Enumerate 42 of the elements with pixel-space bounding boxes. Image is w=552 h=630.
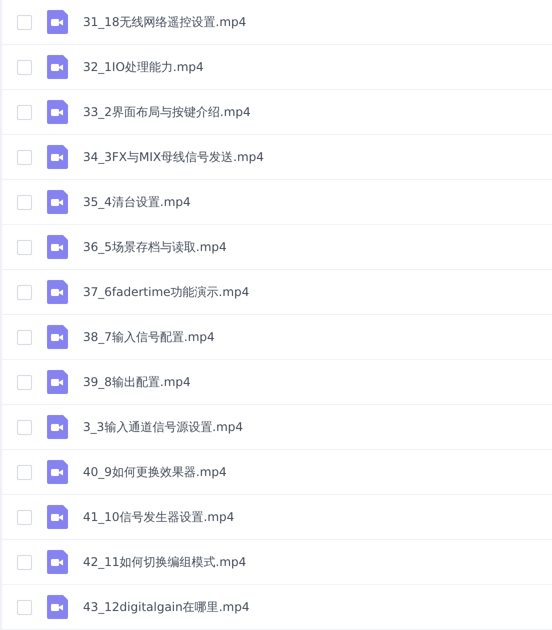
video-file-icon xyxy=(47,415,68,439)
file-name: 38_7输入信号配置.mp4 xyxy=(83,328,215,346)
checkbox[interactable] xyxy=(17,420,32,434)
video-file-icon xyxy=(47,505,68,529)
file-name: 3_3输入通道信号源设置.mp4 xyxy=(83,418,244,436)
checkbox[interactable] xyxy=(17,194,32,210)
file-name: 32_1IO处理能力.mp4 xyxy=(83,58,204,76)
file-name: 40_9如何更换效果器.mp4 xyxy=(83,464,227,480)
file-name: 34_3FX与MIX母线信号发送.mp4 xyxy=(83,148,264,166)
video-file-icon xyxy=(47,460,68,484)
video-file-icon xyxy=(47,145,68,169)
file-name: 39_8输出配置.mp4 xyxy=(83,374,191,390)
checkbox[interactable] xyxy=(17,240,32,254)
checkbox[interactable] xyxy=(17,600,32,614)
file-name: 43_12digitalgain在哪里.mp4 xyxy=(83,598,250,616)
file-name: 35_4清台设置.mp4 xyxy=(83,194,191,210)
file-name: 36_5场景存档与读取.mp4 xyxy=(83,238,227,256)
checkbox[interactable] xyxy=(17,60,32,74)
video-file-icon xyxy=(47,190,68,214)
checkbox[interactable] xyxy=(17,374,32,390)
checkbox[interactable] xyxy=(17,554,32,570)
video-file-icon xyxy=(47,370,68,394)
file-name: 37_6fadertime功能演示.mp4 xyxy=(83,284,250,300)
checkbox[interactable] xyxy=(17,510,32,524)
video-file-icon xyxy=(47,280,68,304)
video-file-icon xyxy=(47,55,68,79)
video-file-icon xyxy=(47,325,68,349)
video-file-icon xyxy=(47,235,68,259)
video-file-icon xyxy=(47,100,68,124)
checkbox[interactable] xyxy=(17,14,32,30)
file-name: 41_10信号发生器设置.mp4 xyxy=(83,508,234,526)
checkbox[interactable] xyxy=(17,104,32,120)
checkbox[interactable] xyxy=(17,464,32,480)
video-file-icon xyxy=(47,550,68,574)
file-name: 31_18无线网络遥控设置.mp4 xyxy=(83,14,246,30)
checkbox[interactable] xyxy=(17,150,32,164)
checkbox[interactable] xyxy=(17,330,32,344)
checkbox[interactable] xyxy=(17,284,32,300)
video-file-icon xyxy=(47,595,68,619)
video-file-icon xyxy=(47,10,68,34)
file-name: 42_11如何切换编组模式.mp4 xyxy=(83,554,246,570)
file-name: 33_2界面布局与按键介绍.mp4 xyxy=(83,104,251,120)
